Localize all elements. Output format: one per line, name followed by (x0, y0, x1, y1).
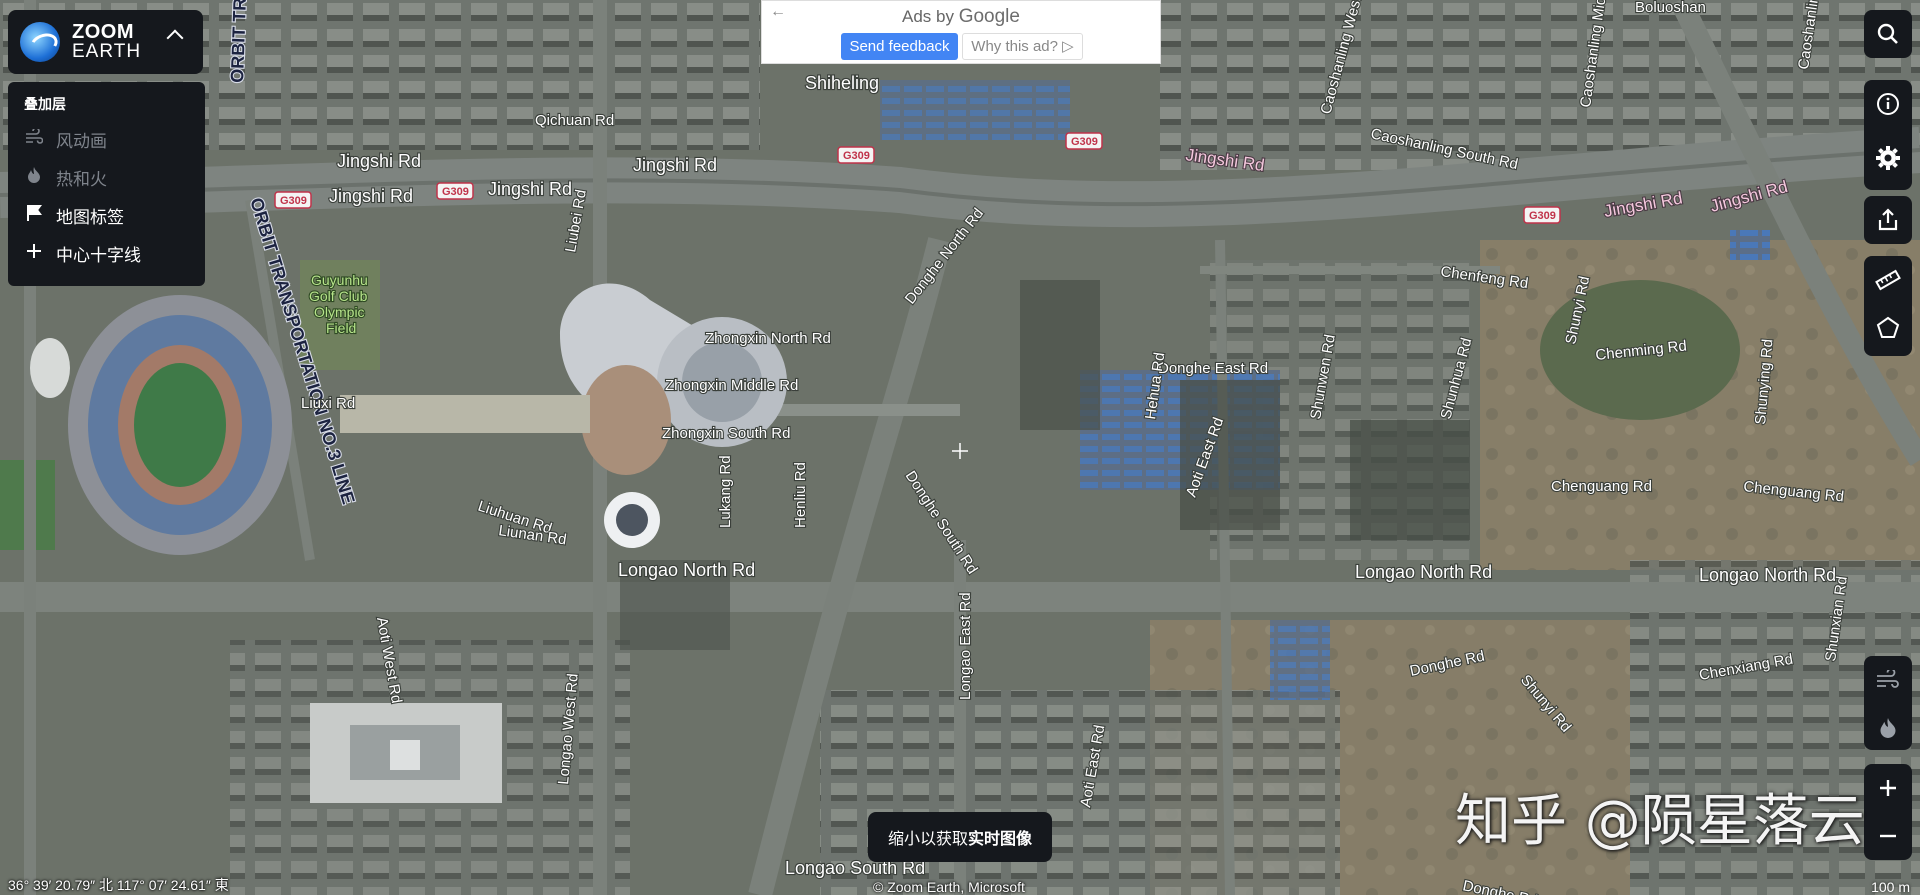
label-road: Lukang Rd (717, 455, 734, 528)
info-icon[interactable] (1864, 80, 1912, 128)
wind-icon[interactable] (1864, 656, 1912, 704)
measure-control-group (1864, 256, 1912, 356)
wind-icon (24, 126, 44, 150)
flag-icon (24, 204, 44, 227)
overlay-toggle-group (1864, 656, 1912, 750)
label-road: Jingshi Rd (337, 151, 421, 171)
brand-title-line2: EARTH (72, 41, 142, 62)
fire-icon (24, 166, 44, 189)
ads-by-google: Ads by Google (902, 6, 1020, 27)
scale-bar: 100 m (1871, 879, 1910, 895)
search-icon[interactable] (1864, 10, 1912, 58)
svg-text:G309: G309 (1071, 136, 1098, 148)
layer-item-label: 热和火 (56, 169, 107, 189)
fire-icon[interactable] (1864, 704, 1912, 752)
label-place: Guyunhu (311, 272, 368, 288)
svg-text:G309: G309 (442, 186, 469, 198)
zhihu-watermark: 知乎 @陨星落云 (1455, 789, 1865, 854)
layer-item-crosshair[interactable]: 中心十字线 (8, 234, 205, 272)
brand-panel[interactable]: ZOOM EARTH (8, 10, 203, 74)
label-place: Olympic (314, 304, 365, 320)
info-settings-control-group (1864, 80, 1912, 190)
zoom-out-button[interactable] (1864, 812, 1912, 860)
zoom-out-hint[interactable]: 缩小以获取 实时图像 (868, 812, 1052, 862)
chevron-up-icon[interactable] (166, 29, 184, 47)
svg-text:G309: G309 (1529, 210, 1556, 222)
zoom-control-group (1864, 764, 1912, 860)
label-road: Jingshi Rd (488, 179, 572, 199)
label-road: Longao North Rd (1699, 565, 1836, 585)
coordinates-readout: 36° 39′ 20.79″ 北 117° 07′ 24.61″ 東 (8, 877, 229, 893)
ad-banner: ← Ads by Google Send feedback Why this a… (761, 0, 1161, 64)
label-road: Chenguang Rd (1551, 478, 1652, 495)
highway-shield-g309: G309 (1523, 206, 1561, 224)
layer-item-label: 风动画 (56, 131, 107, 151)
highway-shield-g309: G309 (436, 182, 474, 200)
layer-item-label: 地图标签 (56, 207, 124, 227)
highway-shield-g309: G309 (837, 146, 875, 164)
label-road: Zhongxin North Rd (705, 330, 831, 347)
svg-text:G309: G309 (280, 195, 307, 207)
send-feedback-button[interactable]: Send feedback (841, 33, 958, 60)
label-road: Henliu Rd (792, 462, 809, 528)
ruler-icon[interactable] (1864, 256, 1912, 304)
layers-title: 叠加层 (24, 96, 66, 112)
label-road: Zhongxin South Rd (662, 425, 790, 442)
hint-bold: 实时图像 (968, 831, 1033, 848)
hint-prefix: 缩小以获取 (887, 831, 968, 848)
label-road: Jingshi Rd (329, 186, 413, 206)
zoom-in-button[interactable] (1864, 764, 1912, 812)
label-road: Liuxi Rd (301, 395, 355, 412)
label-road: Zhongxin Middle Rd (665, 377, 798, 394)
brand-title-line1: ZOOM (72, 21, 134, 43)
layer-item-wind[interactable]: 风动画 (8, 120, 205, 158)
why-this-ad-button[interactable]: Why this ad? ▷ (962, 33, 1083, 60)
label-place: Field (326, 320, 356, 336)
layers-panel: 叠加层 风动画 热和火 地图标签 中心十字线 (8, 82, 205, 286)
plus-icon (24, 243, 44, 263)
highway-shield-g309: G309 (1065, 132, 1103, 150)
svg-text:G309: G309 (843, 150, 870, 162)
polygon-icon[interactable] (1864, 304, 1912, 352)
label-road: Longao North Rd (618, 560, 755, 580)
label-road: Longao East Rd (957, 592, 974, 700)
label-transit: ORBIT TRA (227, 0, 250, 83)
highway-shield-g309: G309 (274, 191, 312, 209)
label-road: Jingshi Rd (633, 155, 717, 175)
label-road: Qichuan Rd (535, 112, 614, 129)
share-icon[interactable] (1864, 196, 1912, 244)
label-place: Golf Club (309, 288, 368, 304)
label-road: Donghe East Rd (1158, 360, 1268, 377)
share-control[interactable] (1864, 196, 1912, 244)
gear-icon[interactable] (1864, 134, 1912, 182)
search-control[interactable] (1864, 10, 1912, 58)
label-road: Longao North Rd (1355, 562, 1492, 582)
attribution: © Zoom Earth, Microsoft (873, 879, 1025, 895)
layer-item-map-labels[interactable]: 地图标签 (8, 196, 205, 234)
layer-item-fire[interactable]: 热和火 (8, 158, 205, 196)
layer-item-label: 中心十字线 (56, 245, 141, 265)
zoom-earth-logo-icon (20, 22, 60, 62)
label-road: Boluoshan (1635, 0, 1706, 16)
center-crosshair-icon (952, 443, 968, 459)
label-place: Shiheling (805, 73, 879, 93)
